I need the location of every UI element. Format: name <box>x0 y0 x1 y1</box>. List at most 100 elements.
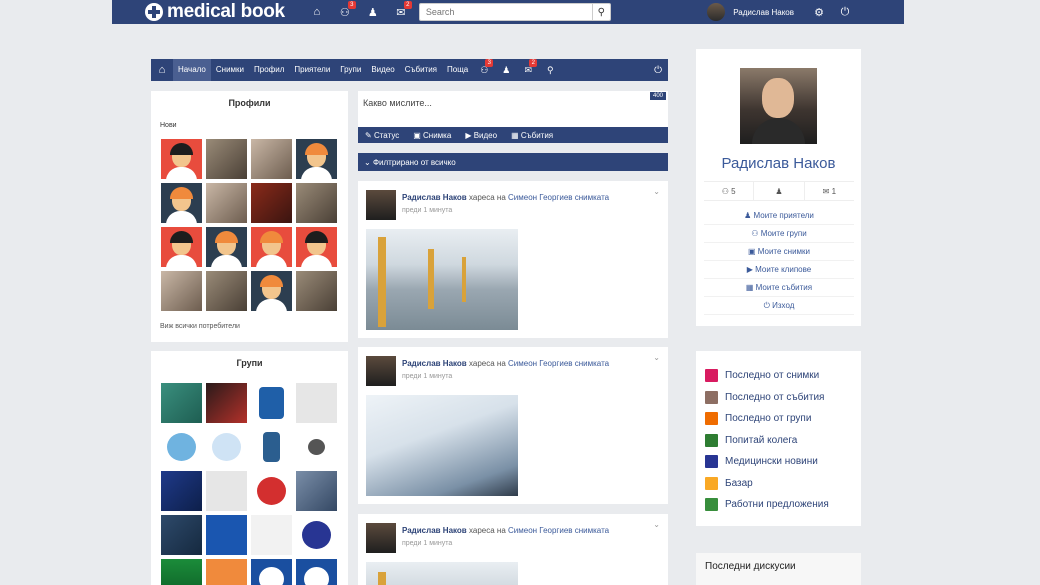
profile-tile[interactable] <box>296 227 337 267</box>
power-icon[interactable]: ⏻ <box>832 6 858 19</box>
profile-tile[interactable] <box>161 271 202 311</box>
my-videos-link[interactable]: ▶ Моите клипове <box>704 261 854 279</box>
group-tile[interactable] <box>161 383 202 423</box>
post-menu-chevron-icon[interactable]: ⌄ <box>653 187 660 196</box>
group-tile[interactable] <box>161 559 202 585</box>
profile-tile[interactable] <box>206 183 247 223</box>
groups-notification-icon[interactable]: ⚇ 3 <box>331 0 359 19</box>
user-name-link[interactable]: Радислав Наков <box>733 8 794 17</box>
status-box[interactable]: Какво мислите... 400 <box>358 91 668 127</box>
search-input[interactable] <box>418 3 593 21</box>
my-friends-link[interactable]: ♟ Моите приятели <box>704 207 854 225</box>
nav-mail-icon[interactable]: ✉ 2 <box>517 58 539 76</box>
job-offers-link[interactable]: Работни предложения <box>705 494 829 516</box>
profile-tile[interactable] <box>296 271 337 311</box>
profile-tile[interactable] <box>161 183 202 223</box>
group-tile[interactable] <box>296 471 337 511</box>
post-avatar[interactable] <box>366 190 396 220</box>
profile-tile[interactable] <box>251 227 292 267</box>
group-tile[interactable] <box>251 427 292 467</box>
group-tile[interactable] <box>206 427 247 467</box>
group-tile[interactable] <box>296 515 337 555</box>
profile-tile[interactable] <box>296 139 337 179</box>
search-button[interactable]: ⚲ <box>592 3 611 21</box>
profile-tile[interactable] <box>206 271 247 311</box>
profile-tile[interactable] <box>206 139 247 179</box>
nav-item-events[interactable]: Събития <box>400 59 442 81</box>
profile-tile[interactable] <box>251 271 292 311</box>
group-tile[interactable] <box>251 515 292 555</box>
group-tile[interactable] <box>251 559 292 585</box>
profile-tile[interactable] <box>251 139 292 179</box>
status-input[interactable]: Какво мислите... <box>363 98 432 108</box>
nav-item-friends[interactable]: Приятели <box>289 59 335 81</box>
post-menu-chevron-icon[interactable]: ⌄ <box>653 353 660 362</box>
group-tile[interactable] <box>161 515 202 555</box>
nav-power-icon[interactable]: ⏻ <box>654 65 662 76</box>
post-target[interactable]: Симеон Георгиев снимката <box>508 193 609 202</box>
see-all-users-link[interactable]: Виж всички потребители <box>160 323 240 330</box>
group-tile[interactable] <box>296 427 337 467</box>
group-tile[interactable] <box>206 515 247 555</box>
profile-tile[interactable] <box>206 227 247 267</box>
profile-tile[interactable] <box>161 139 202 179</box>
latest-photos-link[interactable]: Последно от снимки <box>705 365 829 387</box>
post-author[interactable]: Радислав Наков <box>402 193 467 202</box>
ask-colleague-link[interactable]: Попитай колега <box>705 430 829 452</box>
logout-link[interactable]: ⏻ Изход <box>704 297 854 315</box>
profile-name[interactable]: Радислав Наков <box>696 155 861 172</box>
group-tile[interactable] <box>161 471 202 511</box>
nav-search-icon[interactable]: ⚲ <box>539 65 561 76</box>
stat-groups[interactable]: ⚇ 5 <box>704 182 755 200</box>
nav-item-home[interactable]: Начало <box>173 59 211 81</box>
group-tile[interactable] <box>206 471 247 511</box>
gear-icon[interactable]: ⚙ <box>806 6 832 19</box>
my-events-link[interactable]: ▦ Моите събития <box>704 279 854 297</box>
user-avatar[interactable] <box>707 3 726 21</box>
nav-item-mail[interactable]: Поща <box>442 59 473 81</box>
nav-groups-icon[interactable]: ⚇ 3 <box>473 58 495 76</box>
group-tile[interactable] <box>161 427 202 467</box>
group-tile[interactable] <box>206 559 247 585</box>
profile-tile[interactable] <box>161 227 202 267</box>
nav-item-video[interactable]: Видео <box>366 59 399 81</box>
post-avatar[interactable] <box>366 523 396 553</box>
messages-icon[interactable]: ✉ 2 <box>387 0 415 19</box>
stat-friends[interactable]: ♟ <box>754 182 805 200</box>
post-author[interactable]: Радислав Наков <box>402 526 467 535</box>
profile-photo[interactable] <box>740 68 817 144</box>
group-tile[interactable] <box>251 383 292 423</box>
post-target[interactable]: Симеон Георгиев снимката <box>508 359 609 368</box>
post-menu-chevron-icon[interactable]: ⌄ <box>653 520 660 529</box>
tab-events[interactable]: ▦ Събития <box>511 131 553 140</box>
nav-item-profile[interactable]: Профил <box>249 59 289 81</box>
nav-friend-icon[interactable]: ♟ <box>495 65 517 76</box>
post-image[interactable] <box>366 395 518 496</box>
group-tile[interactable] <box>296 559 337 585</box>
group-tile[interactable] <box>296 383 337 423</box>
nav-item-photos[interactable]: Снимки <box>211 59 249 81</box>
latest-groups-link[interactable]: Последно от групи <box>705 408 829 430</box>
tab-video[interactable]: ▶ Видео <box>465 131 497 140</box>
nav-home-icon[interactable]: ⌂ <box>151 64 173 76</box>
bazaar-link[interactable]: Базар <box>705 473 829 495</box>
home-icon[interactable]: ⌂ <box>303 6 331 19</box>
filter-bar[interactable]: ⌄ Филтрирано от всичко <box>358 153 668 171</box>
stat-messages[interactable]: ✉ 1 <box>805 182 854 200</box>
my-groups-link[interactable]: ⚇ Моите групи <box>704 225 854 243</box>
post-avatar[interactable] <box>366 356 396 386</box>
post-image[interactable] <box>366 229 518 330</box>
nav-item-groups[interactable]: Групи <box>335 59 366 81</box>
tab-photo[interactable]: ▣ Снимка <box>413 131 451 140</box>
post-image[interactable] <box>366 562 518 585</box>
logo[interactable]: medical book <box>145 1 285 23</box>
latest-events-link[interactable]: Последно от събития <box>705 387 829 409</box>
medical-news-link[interactable]: Медицински новини <box>705 451 829 473</box>
my-photos-link[interactable]: ▣ Моите снимки <box>704 243 854 261</box>
tab-status[interactable]: ✎ Статус <box>365 131 399 140</box>
group-tile[interactable] <box>206 383 247 423</box>
friend-requests-icon[interactable]: ♟ <box>359 6 387 19</box>
profile-tile[interactable] <box>296 183 337 223</box>
post-author[interactable]: Радислав Наков <box>402 359 467 368</box>
profile-tile[interactable] <box>251 183 292 223</box>
